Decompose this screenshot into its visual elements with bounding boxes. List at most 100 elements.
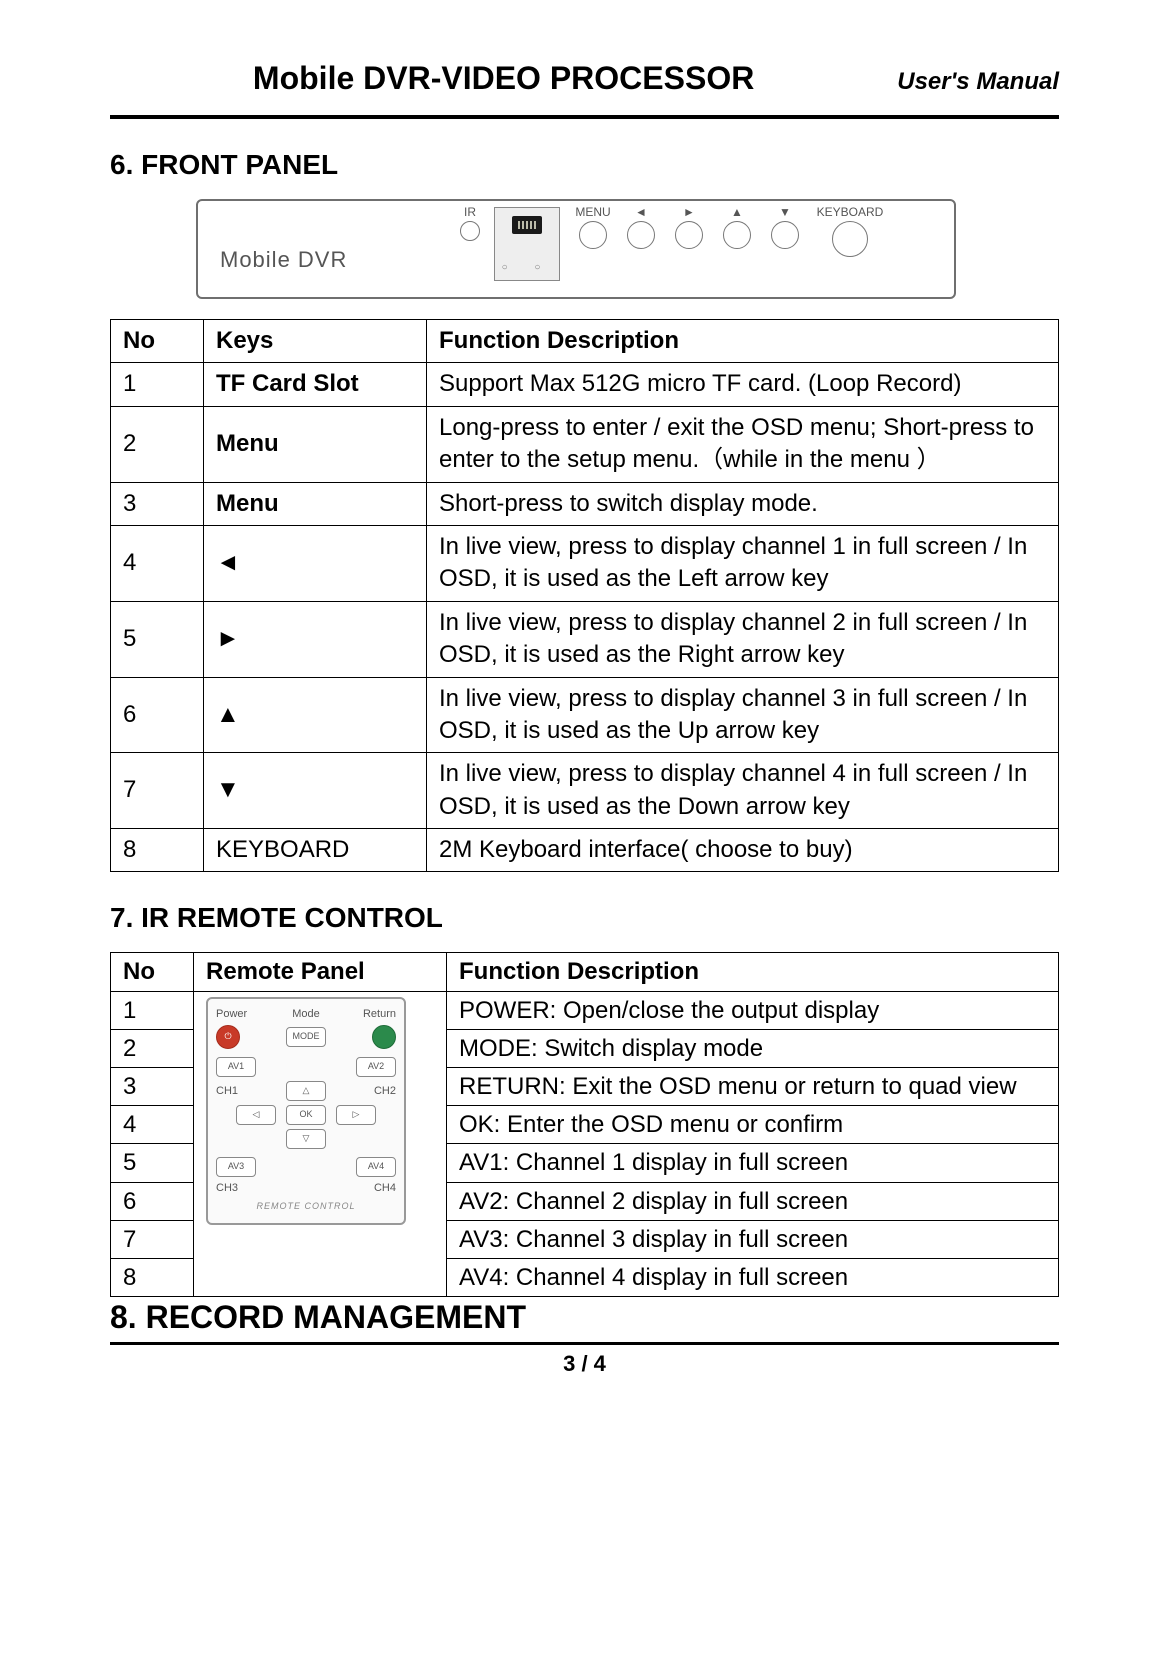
- section-8-heading: 8. RECORD MANAGEMENT: [110, 1299, 1059, 1336]
- cell-keys: Menu: [204, 406, 427, 482]
- cell-description: OK: Enter the OSD menu or confirm: [447, 1106, 1059, 1144]
- menu-button-icon: MENU: [574, 205, 612, 249]
- col-header-keys: Keys: [204, 320, 427, 363]
- ok-btn-icon: OK: [286, 1105, 326, 1125]
- front-panel-table: No Keys Function Description 1TF Card Sl…: [110, 319, 1059, 872]
- page-number: 3 / 4: [110, 1351, 1059, 1377]
- document-subtitle: User's Manual: [897, 68, 1059, 96]
- remote-control-diagram: PowerModeReturn⏻MODEAV1AV2CH1△CH2◁OK▷▽AV…: [206, 997, 406, 1225]
- left-arrow-label: ◄: [635, 205, 647, 219]
- right-arrow-icon: ▷: [336, 1105, 376, 1125]
- cell-description: In live view, press to display channel 1…: [427, 525, 1059, 601]
- ir-receiver-icon: IR: [456, 205, 484, 241]
- cell-no: 7: [111, 1220, 194, 1258]
- left-button-icon: ◄: [622, 205, 660, 249]
- down-arrow-icon: ▽: [286, 1129, 326, 1149]
- document-page: Mobile DVR-VIDEO PROCESSOR User's Manual…: [0, 0, 1169, 1654]
- cell-no: 1: [111, 363, 204, 406]
- cell-description: AV4: Channel 4 display in full screen: [447, 1258, 1059, 1296]
- down-button-icon: ▼: [766, 205, 804, 249]
- cell-no: 2: [111, 1029, 194, 1067]
- table-row: 1TF Card SlotSupport Max 512G micro TF c…: [111, 363, 1059, 406]
- col-header-remote: Remote Panel: [194, 953, 447, 991]
- front-panel-diagram: Mobile DVR IR ○ ○ MENU ◄ ► ▲ ▼ KEYBOARD: [196, 199, 956, 299]
- col-header-desc: Function Description: [447, 953, 1059, 991]
- cell-description: AV2: Channel 2 display in full screen: [447, 1182, 1059, 1220]
- table-row: 8KEYBOARD2M Keyboard interface( choose t…: [111, 829, 1059, 872]
- cell-description: In live view, press to display channel 4…: [427, 753, 1059, 829]
- keyboard-button-label: KEYBOARD: [817, 205, 884, 219]
- cell-no: 8: [111, 829, 204, 872]
- footer-rule: [110, 1342, 1059, 1345]
- right-arrow-label: ►: [683, 205, 695, 219]
- cell-no: 4: [111, 1106, 194, 1144]
- document-title: Mobile DVR-VIDEO PROCESSOR: [110, 60, 897, 97]
- page-header: Mobile DVR-VIDEO PROCESSOR User's Manual: [110, 60, 1059, 97]
- panel-brand-label: Mobile DVR: [220, 247, 347, 273]
- cell-no: 6: [111, 1182, 194, 1220]
- remote-footer-label: REMOTE CONTROL: [216, 1201, 396, 1213]
- section-6-heading: 6. FRONT PANEL: [110, 149, 1059, 181]
- cell-no: 5: [111, 1144, 194, 1182]
- cell-description: Short-press to switch display mode.: [427, 482, 1059, 525]
- cell-description: MODE: Switch display mode: [447, 1029, 1059, 1067]
- cell-keys: TF Card Slot: [204, 363, 427, 406]
- table-row: 6▲In live view, press to display channel…: [111, 677, 1059, 753]
- cell-no: 8: [111, 1258, 194, 1296]
- cell-no: 3: [111, 482, 204, 525]
- keyboard-button-icon: KEYBOARD: [814, 205, 886, 257]
- panel-button-row: MENU ◄ ► ▲ ▼ KEYBOARD: [574, 205, 886, 257]
- cell-no: 4: [111, 525, 204, 601]
- cell-description: Long-press to enter / exit the OSD menu;…: [427, 406, 1059, 482]
- right-button-icon: ►: [670, 205, 708, 249]
- cell-keys: KEYBOARD: [204, 829, 427, 872]
- up-button-icon: ▲: [718, 205, 756, 249]
- cell-no: 2: [111, 406, 204, 482]
- cell-keys: ◄: [204, 525, 427, 601]
- header-rule: [110, 115, 1059, 119]
- cell-keys: ▼: [204, 753, 427, 829]
- return-icon: [372, 1025, 396, 1049]
- menu-button-label: MENU: [575, 205, 610, 219]
- ir-label: IR: [464, 205, 476, 219]
- cell-description: RETURN: Exit the OSD menu or return to q…: [447, 1068, 1059, 1106]
- mode-btn-icon: MODE: [286, 1027, 326, 1047]
- table-header-row: No Keys Function Description: [111, 320, 1059, 363]
- cell-description: In live view, press to display channel 3…: [427, 677, 1059, 753]
- av1-btn-icon: AV1: [216, 1057, 256, 1077]
- cell-keys: Menu: [204, 482, 427, 525]
- table-row: 3MenuShort-press to switch display mode.: [111, 482, 1059, 525]
- cell-keys: ►: [204, 601, 427, 677]
- ir-remote-table: No Remote Panel Function Description 1Po…: [110, 952, 1059, 1297]
- cell-keys: ▲: [204, 677, 427, 753]
- up-arrow-icon: △: [286, 1081, 326, 1101]
- cell-description: AV3: Channel 3 display in full screen: [447, 1220, 1059, 1258]
- table-header-row: No Remote Panel Function Description: [111, 953, 1059, 991]
- cell-description: 2M Keyboard interface( choose to buy): [427, 829, 1059, 872]
- cell-no: 1: [111, 991, 194, 1029]
- col-header-no: No: [111, 953, 194, 991]
- left-arrow-icon: ◁: [236, 1105, 276, 1125]
- av4-btn-icon: AV4: [356, 1157, 396, 1177]
- table-row: 4◄In live view, press to display channel…: [111, 525, 1059, 601]
- cell-no: 6: [111, 677, 204, 753]
- power-icon: ⏻: [216, 1025, 240, 1049]
- table-row: 1PowerModeReturn⏻MODEAV1AV2CH1△CH2◁OK▷▽A…: [111, 991, 1059, 1029]
- down-arrow-label: ▼: [779, 205, 791, 219]
- table-row: 2MenuLong-press to enter / exit the OSD …: [111, 406, 1059, 482]
- cell-no: 5: [111, 601, 204, 677]
- section-7-heading: 7. IR REMOTE CONTROL: [110, 902, 1059, 934]
- tf-card-slot-icon: ○ ○: [494, 207, 560, 281]
- av3-btn-icon: AV3: [216, 1157, 256, 1177]
- table-row: 7▼In live view, press to display channel…: [111, 753, 1059, 829]
- cell-no: 7: [111, 753, 204, 829]
- cell-description: Support Max 512G micro TF card. (Loop Re…: [427, 363, 1059, 406]
- col-header-no: No: [111, 320, 204, 363]
- cell-description: AV1: Channel 1 display in full screen: [447, 1144, 1059, 1182]
- cell-description: POWER: Open/close the output display: [447, 991, 1059, 1029]
- remote-diagram-cell: PowerModeReturn⏻MODEAV1AV2CH1△CH2◁OK▷▽AV…: [194, 991, 447, 1297]
- av2-btn-icon: AV2: [356, 1057, 396, 1077]
- up-arrow-label: ▲: [731, 205, 743, 219]
- table-row: 5►In live view, press to display channel…: [111, 601, 1059, 677]
- cell-description: In live view, press to display channel 2…: [427, 601, 1059, 677]
